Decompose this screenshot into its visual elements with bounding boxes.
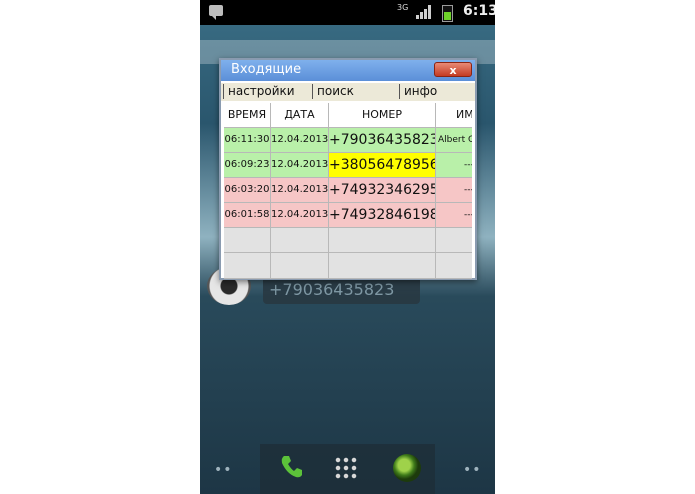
- status-bar: 3G 6:13: [200, 0, 495, 25]
- page-indicator-left[interactable]: ••: [214, 462, 233, 478]
- cell-date[interactable]: 12.04.2013: [271, 203, 329, 228]
- message-icon: [209, 5, 223, 20]
- battery-icon: [442, 5, 453, 22]
- cell-number[interactable]: +74932346295: [329, 178, 436, 203]
- empty-cell: [436, 228, 472, 253]
- cell-name[interactable]: ---: [436, 153, 472, 178]
- empty-cell: [224, 253, 271, 279]
- empty-cell: [436, 253, 472, 279]
- cell-time[interactable]: 06:09:23: [224, 153, 271, 178]
- empty-cell: [271, 253, 329, 279]
- empty-cell: [224, 228, 271, 253]
- col-header-name[interactable]: ИМ: [436, 103, 472, 128]
- signal-icon: [416, 5, 432, 19]
- cell-name[interactable]: ---: [436, 203, 472, 228]
- dialog-title: Входящие: [231, 62, 302, 77]
- col-header-number[interactable]: НОМЕР: [329, 103, 436, 128]
- menu-settings[interactable]: настройки: [223, 84, 295, 99]
- cell-number[interactable]: +79036435823: [329, 128, 436, 153]
- close-button[interactable]: x: [434, 62, 472, 77]
- cell-date[interactable]: 12.04.2013: [271, 128, 329, 153]
- menu-info[interactable]: инфо: [399, 84, 437, 99]
- empty-cell: [329, 228, 436, 253]
- cell-time[interactable]: 06:01:58: [224, 203, 271, 228]
- cell-number[interactable]: +74932846198: [329, 203, 436, 228]
- empty-cell: [329, 253, 436, 279]
- menu-search[interactable]: поиск: [312, 84, 354, 99]
- cell-date[interactable]: 12.04.2013: [271, 178, 329, 203]
- empty-cell: [271, 228, 329, 253]
- phone-screen: 3G 6:13 +79036435823 •• •• Входящие x на…: [200, 0, 495, 494]
- calls-table: ВРЕМЯ ДАТА НОМЕР ИМ 06:11:30 12.04.2013 +7…: [224, 103, 472, 279]
- cell-name[interactable]: Albert G: [436, 128, 472, 153]
- network-type: 3G: [397, 3, 409, 12]
- cell-time[interactable]: 06:11:30: [224, 128, 271, 153]
- dialog-titlebar: Входящие x: [221, 60, 475, 81]
- page-indicator-right[interactable]: ••: [463, 462, 482, 478]
- clock: 6:13: [463, 3, 495, 19]
- widget-number[interactable]: +79036435823: [263, 276, 420, 304]
- cell-name[interactable]: ---: [436, 178, 472, 203]
- incoming-calls-dialog: Входящие x настройки поиск инфо ВРЕМЯ ДА…: [219, 58, 477, 280]
- menu-bar: настройки поиск инфо: [221, 83, 475, 101]
- cell-time[interactable]: 06:03:20: [224, 178, 271, 203]
- col-header-time[interactable]: ВРЕМЯ: [224, 103, 271, 128]
- apps-icon[interactable]: [334, 456, 358, 480]
- cell-number[interactable]: +380564789564: [329, 153, 436, 178]
- phone-icon[interactable]: [278, 452, 306, 480]
- col-header-date[interactable]: ДАТА: [271, 103, 329, 128]
- browser-icon[interactable]: [393, 454, 421, 482]
- cell-date[interactable]: 12.04.2013: [271, 153, 329, 178]
